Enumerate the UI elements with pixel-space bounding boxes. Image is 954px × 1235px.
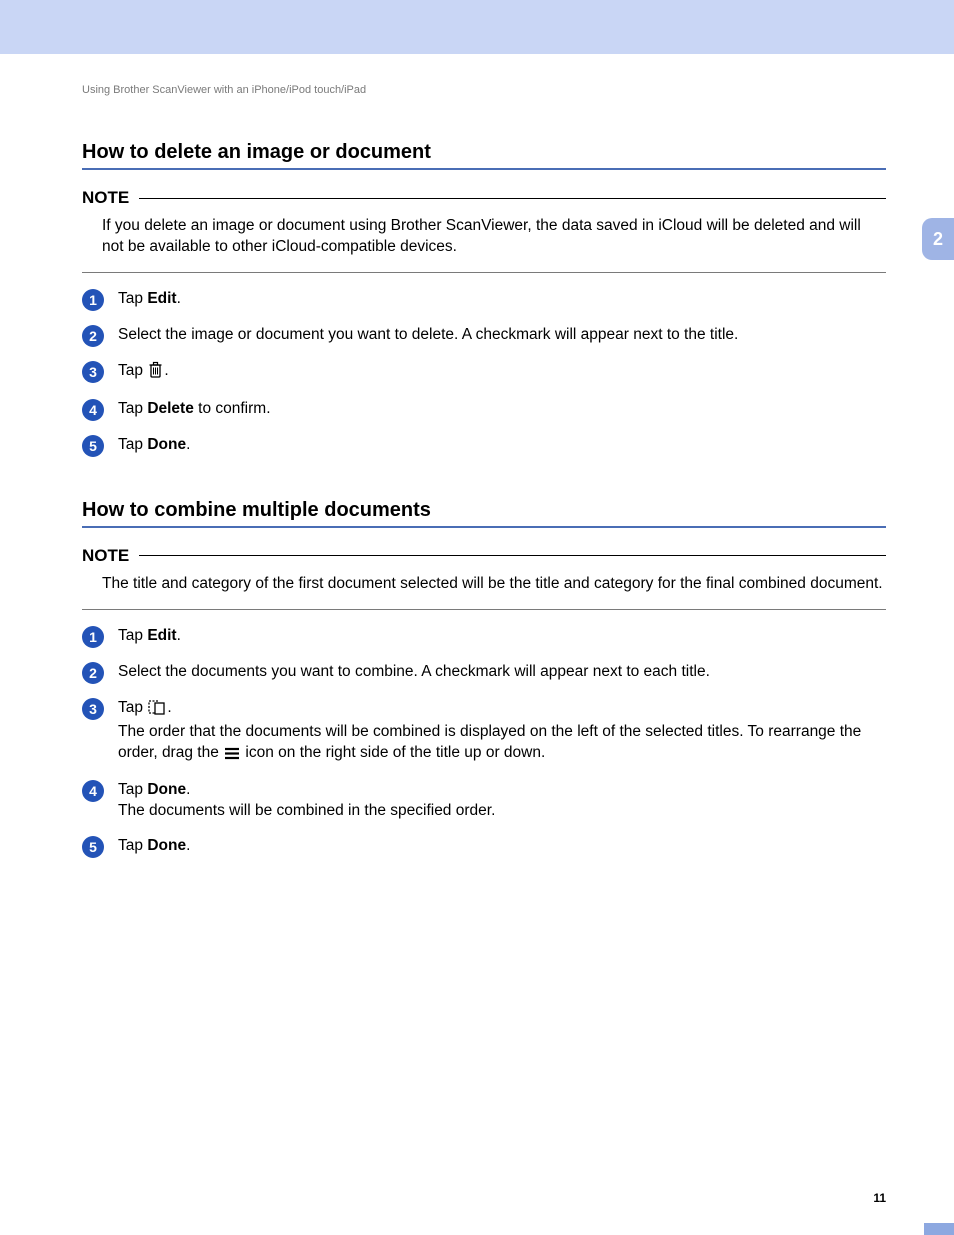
step-bold: Done [147,837,186,854]
step-4: 4 Tap Delete to confirm. [82,399,886,421]
step-text: Tap Done. The documents will be combined… [118,780,886,822]
note-header: NOTE [82,188,886,208]
step-extra-post: icon on the right side of the title up o… [241,744,545,761]
step-5: 5 Tap Done. [82,836,886,858]
step-pre: Tap [118,699,147,716]
step-pre: Tap [118,436,147,453]
step-3: 3 Tap . [82,361,886,385]
step-number: 3 [82,698,104,720]
note-label: NOTE [82,546,139,566]
page-number: 11 [873,1191,886,1205]
step-post: . [186,837,190,854]
section-title-combine: How to combine multiple documents [82,499,886,528]
step-number: 4 [82,399,104,421]
note-label: NOTE [82,188,139,208]
steps-combine: 1 Tap Edit. 2 Select the documents you w… [82,626,886,859]
note-end-rule [82,272,886,273]
step-text: Tap . [118,361,886,385]
trash-icon [148,361,163,385]
step-bold: Edit [147,627,176,644]
step-post: . [186,781,190,798]
note-header: NOTE [82,546,886,566]
combine-icon [148,699,166,722]
step-bold: Delete [147,400,194,417]
step-text: Select the image or document you want to… [118,325,886,346]
step-post: . [186,436,190,453]
step-pre: Tap [118,837,147,854]
steps-delete: 1 Tap Edit. 2 Select the image or docume… [82,289,886,457]
chapter-tab: 2 [922,218,954,260]
step-text: Tap Edit. [118,289,886,310]
step-4: 4 Tap Done. The documents will be combin… [82,780,886,822]
step-2: 2 Select the documents you want to combi… [82,662,886,684]
step-number: 2 [82,325,104,347]
top-bar [0,0,954,54]
step-bold: Done [147,436,186,453]
step-post: . [177,627,181,644]
step-extra: The documents will be combined in the sp… [118,802,495,819]
section-title-delete: How to delete an image or document [82,141,886,170]
step-post: . [177,290,181,307]
step-3: 3 Tap . The order that the documents wil… [82,698,886,767]
step-text: Tap Edit. [118,626,886,647]
note-rule [139,555,886,556]
step-number: 3 [82,361,104,383]
step-number: 5 [82,435,104,457]
step-text: Select the documents you want to combine… [118,662,886,683]
corner-accent [924,1223,954,1235]
step-text: Tap Done. [118,435,886,456]
note-body: If you delete an image or document using… [102,216,886,258]
note-body: The title and category of the first docu… [102,574,886,595]
step-1: 1 Tap Edit. [82,289,886,311]
note-end-rule [82,609,886,610]
note-rule [139,198,886,199]
step-pre: Tap [118,362,147,379]
breadcrumb: Using Brother ScanViewer with an iPhone/… [82,84,886,96]
step-bold: Done [147,781,186,798]
step-text: Tap Done. [118,836,886,857]
step-pre: Tap [118,400,147,417]
step-text: Tap Delete to confirm. [118,399,886,420]
step-bold: Edit [147,290,176,307]
step-1: 1 Tap Edit. [82,626,886,648]
step-number: 1 [82,626,104,648]
drag-icon [224,746,240,767]
step-2: 2 Select the image or document you want … [82,325,886,347]
step-text: Tap . The order that the documents will … [118,698,886,767]
step-number: 5 [82,836,104,858]
step-number: 4 [82,780,104,802]
step-pre: Tap [118,290,147,307]
step-post: to confirm. [194,400,271,417]
step-number: 2 [82,662,104,684]
step-post: . [164,362,168,379]
step-5: 5 Tap Done. [82,435,886,457]
page-content: Using Brother ScanViewer with an iPhone/… [0,54,954,858]
step-pre: Tap [118,781,147,798]
step-pre: Tap [118,627,147,644]
step-number: 1 [82,289,104,311]
step-post: . [167,699,171,716]
